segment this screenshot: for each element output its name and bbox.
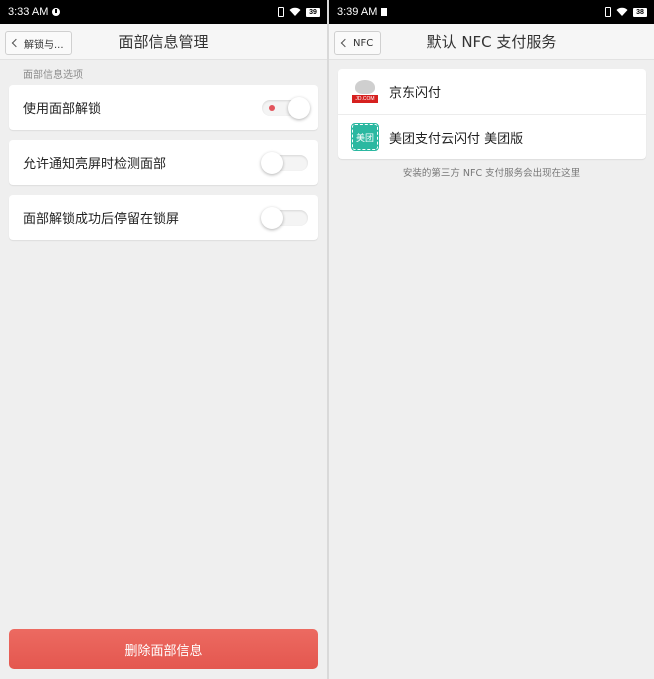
- status-bar: 3:33 AM 39: [0, 0, 327, 24]
- toggle-knob: [288, 96, 310, 119]
- detect-on-notification-toggle[interactable]: [261, 151, 308, 174]
- toggle-knob: [261, 151, 283, 174]
- option-label: 面部解锁成功后停留在锁屏: [23, 212, 180, 227]
- back-button-label: NFC: [353, 37, 374, 49]
- payment-service-jd[interactable]: JD.COM 京东闪付: [338, 69, 646, 114]
- file-icon: [381, 8, 388, 16]
- face-unlock-toggle[interactable]: [262, 96, 310, 119]
- payment-service-meituan[interactable]: 美团 美团支付云闪付 美团版: [338, 114, 646, 159]
- option-stay-on-lockscreen[interactable]: 面部解锁成功后停留在锁屏: [9, 195, 318, 240]
- battery-icon: 38: [633, 7, 647, 17]
- stay-on-lockscreen-toggle[interactable]: [261, 206, 308, 229]
- wifi-icon: [289, 7, 301, 16]
- status-time: 3:33 AM: [8, 6, 49, 18]
- toggle-on-indicator: [269, 104, 275, 111]
- title-bar: 解锁与... 面部信息管理: [0, 24, 327, 60]
- face-info-screen: 3:33 AM 39 解锁与... 面部信息管理 面部信息选项 使用面部解锁 允…: [0, 0, 327, 679]
- status-time: 3:39 AM: [337, 6, 378, 18]
- page-title: 默认 NFC 支付服务: [426, 33, 557, 51]
- jd-mascot-shape: [355, 79, 375, 94]
- meituan-logo-icon: 美团: [351, 123, 379, 151]
- service-name: 美团支付云闪付 美团版: [389, 131, 524, 147]
- info-text: 安装的第三方 NFC 支付服务会出现在这里: [402, 168, 581, 179]
- back-button[interactable]: NFC: [334, 31, 382, 55]
- status-bar: 3:39 AM 38: [329, 0, 654, 24]
- chevron-left-icon: [11, 38, 21, 48]
- service-name: 京东闪付: [389, 86, 442, 101]
- wifi-icon: [616, 7, 628, 16]
- section-label: 面部信息选项: [23, 70, 83, 81]
- payment-service-list: JD.COM 京东闪付 美团 美团支付云闪付 美团版: [338, 69, 646, 159]
- option-label: 使用面部解锁: [23, 102, 102, 117]
- jd-logo-text: JD.COM: [352, 94, 378, 103]
- battery-level: 39: [306, 7, 320, 17]
- vibrate-icon: [278, 7, 284, 17]
- delete-face-info-button[interactable]: 删除面部信息: [9, 629, 318, 669]
- page-title: 面部信息管理: [118, 33, 209, 51]
- back-button[interactable]: 解锁与...: [5, 31, 72, 55]
- option-face-unlock[interactable]: 使用面部解锁: [9, 85, 318, 130]
- chevron-left-icon: [340, 38, 350, 48]
- back-button-label: 解锁与...: [24, 39, 64, 51]
- title-bar: NFC 默认 NFC 支付服务: [329, 24, 654, 60]
- jd-logo-icon: JD.COM: [352, 78, 378, 105]
- toggle-knob: [261, 206, 283, 229]
- battery-level: 38: [633, 7, 647, 17]
- option-detect-on-notification[interactable]: 允许通知亮屏时检测面部: [9, 140, 318, 185]
- battery-icon: 39: [306, 7, 320, 17]
- nfc-payment-screen: 3:39 AM 38 NFC 默认 NFC 支付服务 JD.COM 京东闪付 美…: [329, 0, 654, 679]
- option-label: 允许通知亮屏时检测面部: [23, 157, 167, 172]
- alert-icon: [52, 8, 61, 16]
- vibrate-icon: [605, 7, 611, 17]
